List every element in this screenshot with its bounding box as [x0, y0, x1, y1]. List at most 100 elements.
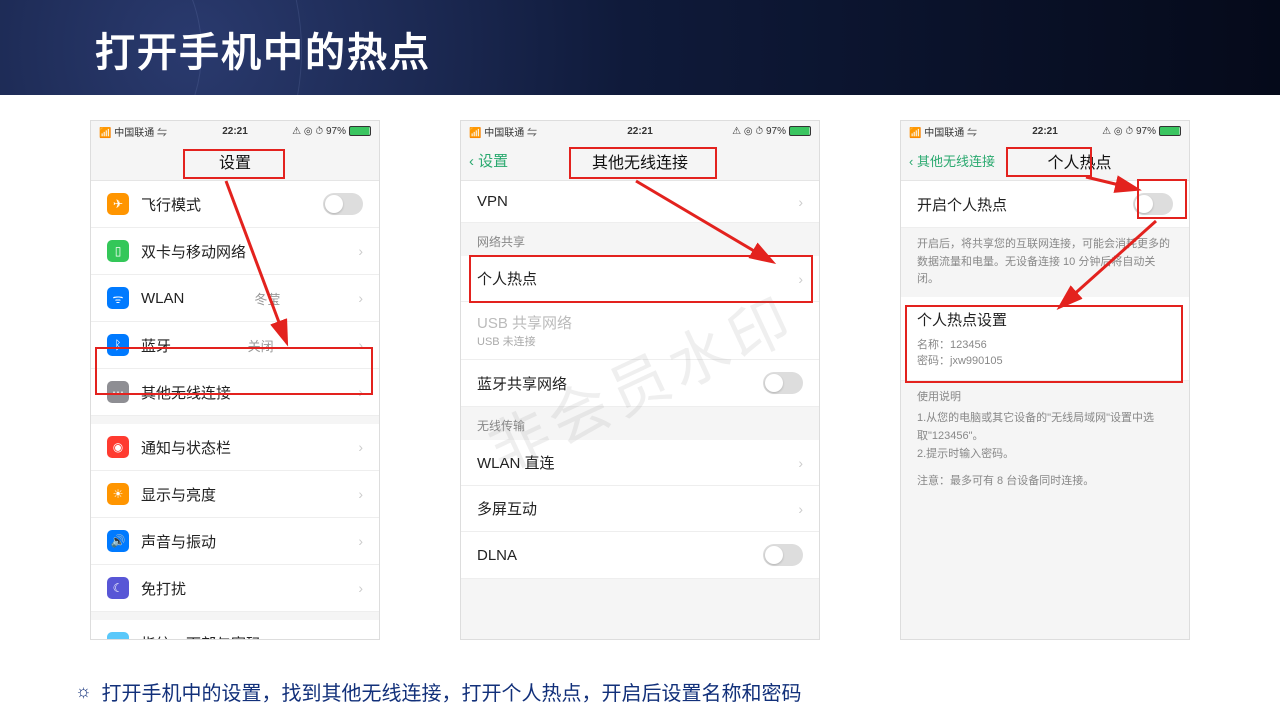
status-right: ⚠ ◎ ⏱ 97% [732, 126, 811, 137]
row-label: 通知与状态栏 [141, 437, 231, 458]
row-label: VPN [477, 193, 508, 210]
phone-screenshot-3: 📶 中国联通 ⇋ 22:21 ⚠ ◎ ⏱ 97% ‹ 其他无线连接 个人热点 开… [900, 120, 1190, 640]
row-label: 双卡与移动网络 [141, 241, 246, 262]
wifi-icon: ᯤ [107, 287, 129, 309]
section-header: 网络共享 [461, 223, 819, 256]
chevron-right-icon: › [358, 384, 363, 400]
brightness-icon: ☀ [107, 483, 129, 505]
row-label: USB 共享网络 [477, 312, 803, 333]
nav-title: 个人热点 [1048, 149, 1112, 173]
caption-text: 打开手机中的设置，找到其他无线连接，打开个人热点，开启后设置名称和密码 [102, 677, 802, 706]
slide-body: 📶 中国联通 ⇋ 22:21 ⚠ ◎ ⏱ 97% 设置 ✈ 飞行模式 ▯ 双卡与… [0, 120, 1280, 640]
carrier-label: 📶 中国联通 ⇋ [469, 124, 537, 139]
sim-icon: ▯ [107, 240, 129, 262]
row-hotspot-settings[interactable]: 个人热点设置 名称：123456 密码：jxw990105 [901, 297, 1189, 381]
row-label: 指纹、面部与密码 [141, 633, 261, 641]
more-icon: ⋯ [107, 381, 129, 403]
row-value: 冬莹 [254, 289, 280, 308]
toggle[interactable] [323, 193, 363, 215]
chevron-right-icon: › [358, 243, 363, 259]
chevron-right-icon: › [358, 533, 363, 549]
hotspot-enable-help: 开启后，将共享您的互联网连接，可能会消耗更多的数据流量和电量。无设备连接 10 … [901, 228, 1189, 297]
chevron-right-icon: › [798, 501, 803, 517]
status-time: 22:21 [627, 126, 653, 137]
row-subtext: USB 未连接 [477, 333, 803, 349]
chevron-right-icon: › [358, 580, 363, 596]
sun-icon: ☼ [75, 681, 92, 702]
row-sim[interactable]: ▯ 双卡与移动网络 › [91, 228, 379, 275]
row-label: 声音与振动 [141, 531, 216, 552]
row-label: 个人热点 [477, 268, 537, 289]
toggle[interactable] [763, 544, 803, 566]
chevron-right-icon: › [358, 635, 363, 640]
chevron-right-icon: › [358, 337, 363, 353]
hotspot-password: 密码：jxw990105 [917, 352, 1173, 368]
airplane-icon: ✈ [107, 193, 129, 215]
row-notifications[interactable]: ◉ 通知与状态栏 › [91, 416, 379, 471]
row-display[interactable]: ☀ 显示与亮度 › [91, 471, 379, 518]
back-button[interactable]: ‹ 其他无线连接 [901, 151, 995, 170]
phone-screenshot-1: 📶 中国联通 ⇋ 22:21 ⚠ ◎ ⏱ 97% 设置 ✈ 飞行模式 ▯ 双卡与… [90, 120, 380, 640]
row-value: 关闭 [248, 336, 274, 355]
row-personal-hotspot[interactable]: 个人热点 › [461, 256, 819, 302]
status-right: ⚠ ◎ ⏱ 97% [292, 126, 371, 137]
row-label: 蓝牙 [141, 335, 171, 356]
phone-screenshot-2: 📶 中国联通 ⇋ 22:21 ⚠ ◎ ⏱ 97% ‹ 设置 其他无线连接 VPN… [460, 120, 820, 640]
row-bt-tether[interactable]: 蓝牙共享网络 [461, 360, 819, 407]
row-label: DLNA [477, 547, 517, 564]
row-label: 多屏互动 [477, 498, 537, 519]
toggle-enable-hotspot[interactable] [1133, 193, 1173, 215]
row-enable-hotspot[interactable]: 开启个人热点 [901, 181, 1189, 228]
row-bluetooth[interactable]: ᛒ 蓝牙 关闭 › [91, 322, 379, 369]
slide-title: 打开手机中的热点 [95, 20, 431, 78]
nav-bar: ‹ 其他无线连接 个人热点 [901, 141, 1189, 181]
chevron-right-icon: › [798, 271, 803, 287]
bluetooth-icon: ᛒ [107, 334, 129, 356]
row-label: WLAN [141, 290, 184, 307]
carrier-label: 📶 中国联通 ⇋ [99, 124, 167, 139]
hotspot-name: 名称：123456 [917, 336, 1173, 352]
row-biometric[interactable]: ◉ 指纹、面部与密码 › [91, 612, 379, 640]
nav-title: 其他无线连接 [592, 149, 688, 173]
row-label: WLAN 直连 [477, 452, 555, 473]
row-label: 飞行模式 [141, 194, 201, 215]
row-other-wireless[interactable]: ⋯ 其他无线连接 › [91, 369, 379, 416]
toggle[interactable] [763, 372, 803, 394]
status-bar: 📶 中国联通 ⇋ 22:21 ⚠ ◎ ⏱ 97% [901, 121, 1189, 141]
row-wlan-direct[interactable]: WLAN 直连 › [461, 440, 819, 486]
row-label: 蓝牙共享网络 [477, 373, 567, 394]
carrier-label: 📶 中国联通 ⇋ [909, 124, 977, 139]
chevron-right-icon: › [798, 194, 803, 210]
row-airplane-mode[interactable]: ✈ 飞行模式 [91, 181, 379, 228]
back-button[interactable]: ‹ 设置 [461, 150, 508, 171]
row-label: 免打扰 [141, 578, 186, 599]
row-sound[interactable]: 🔊 声音与振动 › [91, 518, 379, 565]
status-time: 22:21 [1032, 126, 1058, 137]
status-right: ⚠ ◎ ⏱ 97% [1102, 126, 1181, 137]
nav-bar: ‹ 设置 其他无线连接 [461, 141, 819, 181]
status-time: 22:21 [222, 126, 248, 137]
nav-bar: 设置 [91, 141, 379, 181]
status-bar: 📶 中国联通 ⇋ 22:21 ⚠ ◎ ⏱ 97% [461, 121, 819, 141]
slide-caption: ☼ 打开手机中的设置，找到其他无线连接，打开个人热点，开启后设置名称和密码 [75, 677, 802, 706]
row-dnd[interactable]: ☾ 免打扰 › [91, 565, 379, 612]
moon-icon: ☾ [107, 577, 129, 599]
row-wlan[interactable]: ᯤ WLAN 冬莹 › [91, 275, 379, 322]
row-multiscreen[interactable]: 多屏互动 › [461, 486, 819, 532]
row-vpn[interactable]: VPN › [461, 181, 819, 223]
chevron-right-icon: › [358, 486, 363, 502]
status-bar: 📶 中国联通 ⇋ 22:21 ⚠ ◎ ⏱ 97% [91, 121, 379, 141]
row-label: 个人热点设置 [917, 309, 1173, 330]
row-label: 显示与亮度 [141, 484, 216, 505]
usage-instructions: 使用说明 1.从您的电脑或其它设备的"无线局域网"设置中选取"123456"。 … [901, 381, 1189, 499]
notification-icon: ◉ [107, 436, 129, 458]
row-dlna[interactable]: DLNA [461, 532, 819, 579]
nav-title: 设置 [219, 149, 251, 173]
chevron-right-icon: › [798, 455, 803, 471]
fingerprint-icon: ◉ [107, 632, 129, 640]
section-header: 无线传输 [461, 407, 819, 440]
row-label: 开启个人热点 [917, 194, 1007, 215]
sound-icon: 🔊 [107, 530, 129, 552]
row-usb-tether: USB 共享网络 USB 未连接 [461, 302, 819, 360]
chevron-right-icon: › [358, 290, 363, 306]
